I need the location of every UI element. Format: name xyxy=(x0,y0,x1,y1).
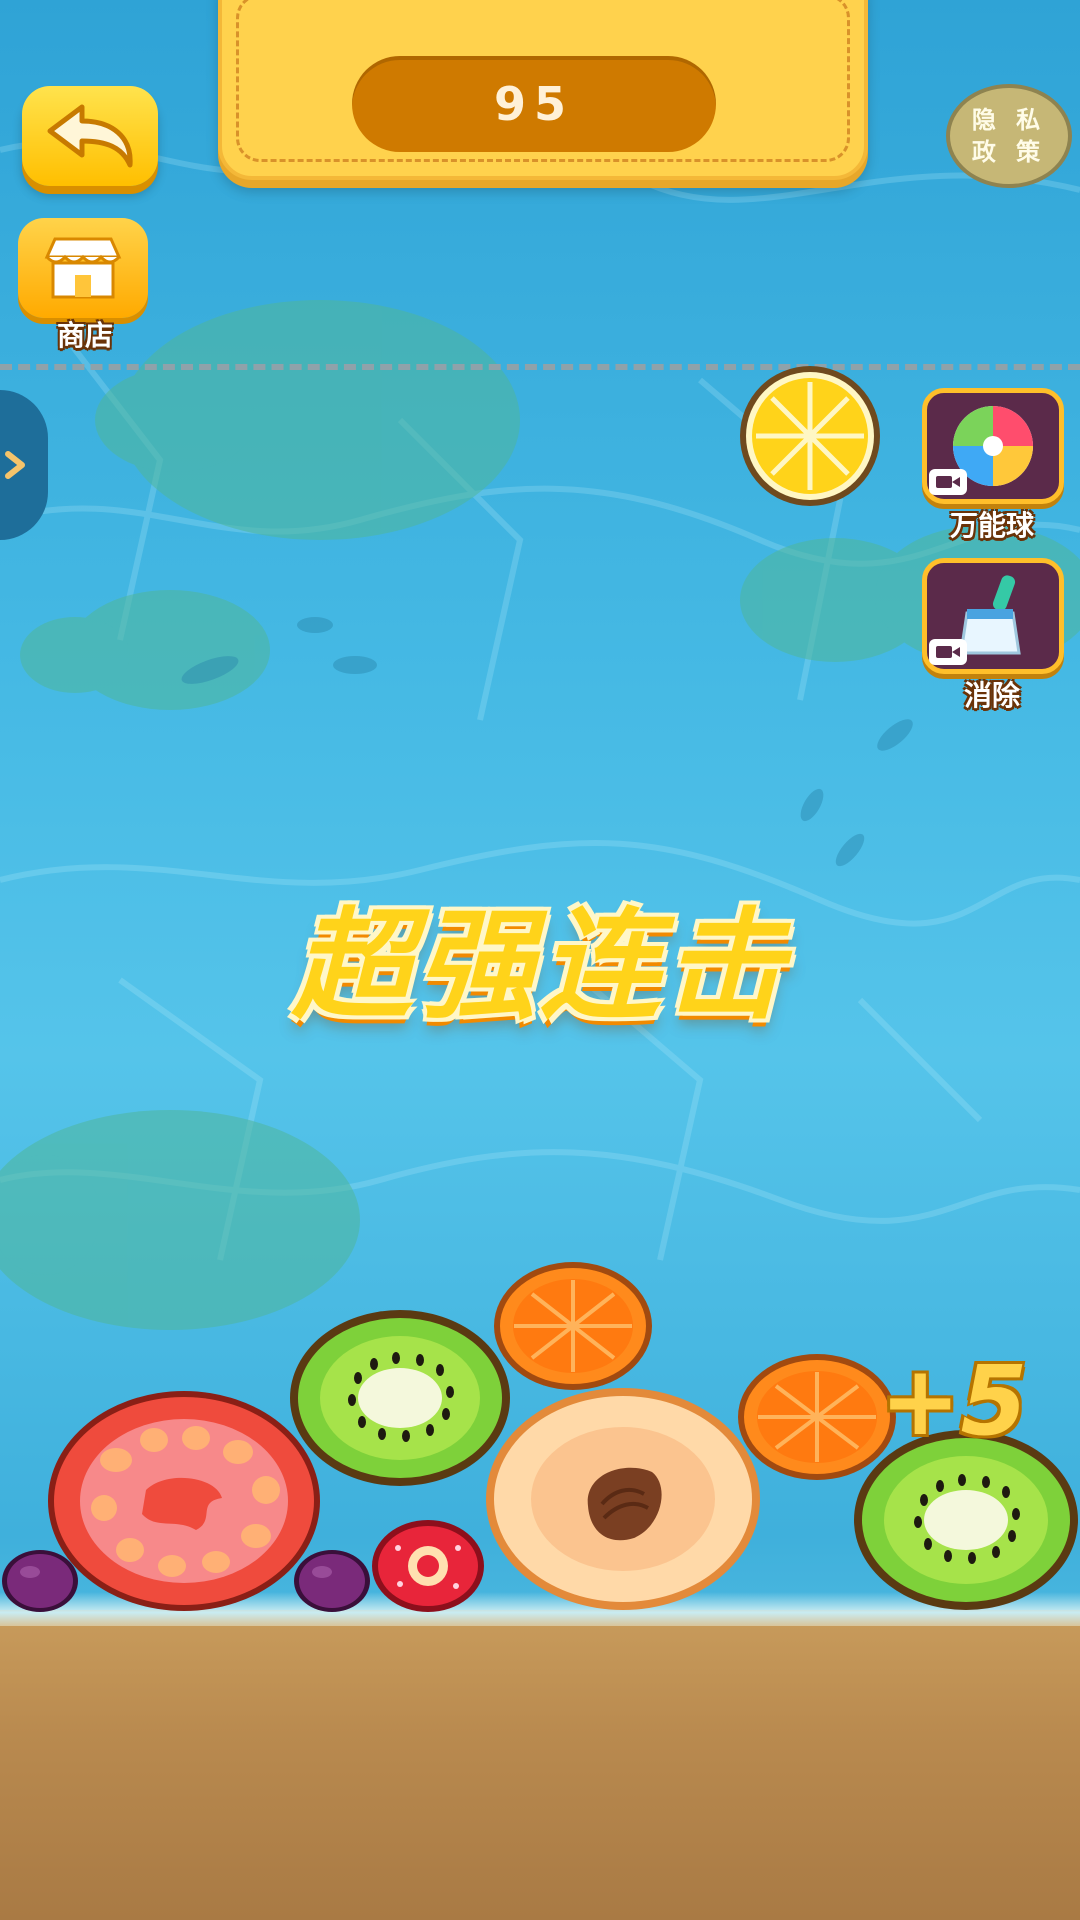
clear-button[interactable]: 消除 xyxy=(922,558,1064,714)
fruit-cherry xyxy=(372,1520,484,1612)
back-arrow-icon xyxy=(47,104,133,168)
video-ad-icon xyxy=(929,639,967,665)
privacy-line-1: 隐 私 xyxy=(971,106,1047,134)
shop-icon-box xyxy=(18,218,148,318)
plus-score-popup: +5 xyxy=(880,1345,1028,1457)
score-value: 95 xyxy=(493,77,574,131)
score-display: 95 xyxy=(352,56,716,152)
danger-line xyxy=(0,364,1080,370)
side-drawer-tab[interactable] xyxy=(0,390,48,540)
score-panel: 95 xyxy=(218,0,868,180)
fruit-grape xyxy=(2,1550,78,1612)
shop-label: 商店 xyxy=(56,319,113,352)
clear-box xyxy=(922,558,1064,674)
next-fruit-lemon xyxy=(740,366,880,506)
lily-pads xyxy=(0,300,1080,1330)
back-button[interactable] xyxy=(22,86,158,186)
fruit-grape xyxy=(294,1550,370,1612)
chevron-right-icon xyxy=(5,451,25,479)
omni-ball-label: 万能球 xyxy=(949,509,1034,542)
combo-text: 超强连击 xyxy=(292,897,788,1036)
small-fish xyxy=(181,617,913,867)
privacy-line-2: 政 策 xyxy=(971,138,1047,166)
fruit-tomato xyxy=(48,1391,320,1611)
omni-ball-button[interactable]: 万能球 xyxy=(922,388,1064,544)
clear-label: 消除 xyxy=(963,679,1020,712)
privacy-policy-button[interactable]: 隐 私 政 策 xyxy=(946,84,1072,188)
sand-floor xyxy=(0,1610,1080,1920)
omni-ball-box xyxy=(922,388,1064,504)
storefront-icon xyxy=(44,237,122,299)
video-ad-icon xyxy=(929,469,967,495)
shop-button[interactable]: 商店 xyxy=(18,218,152,352)
fruit-kiwi xyxy=(290,1310,510,1486)
fruit-peach xyxy=(486,1388,760,1610)
fruit-orange xyxy=(494,1262,652,1390)
